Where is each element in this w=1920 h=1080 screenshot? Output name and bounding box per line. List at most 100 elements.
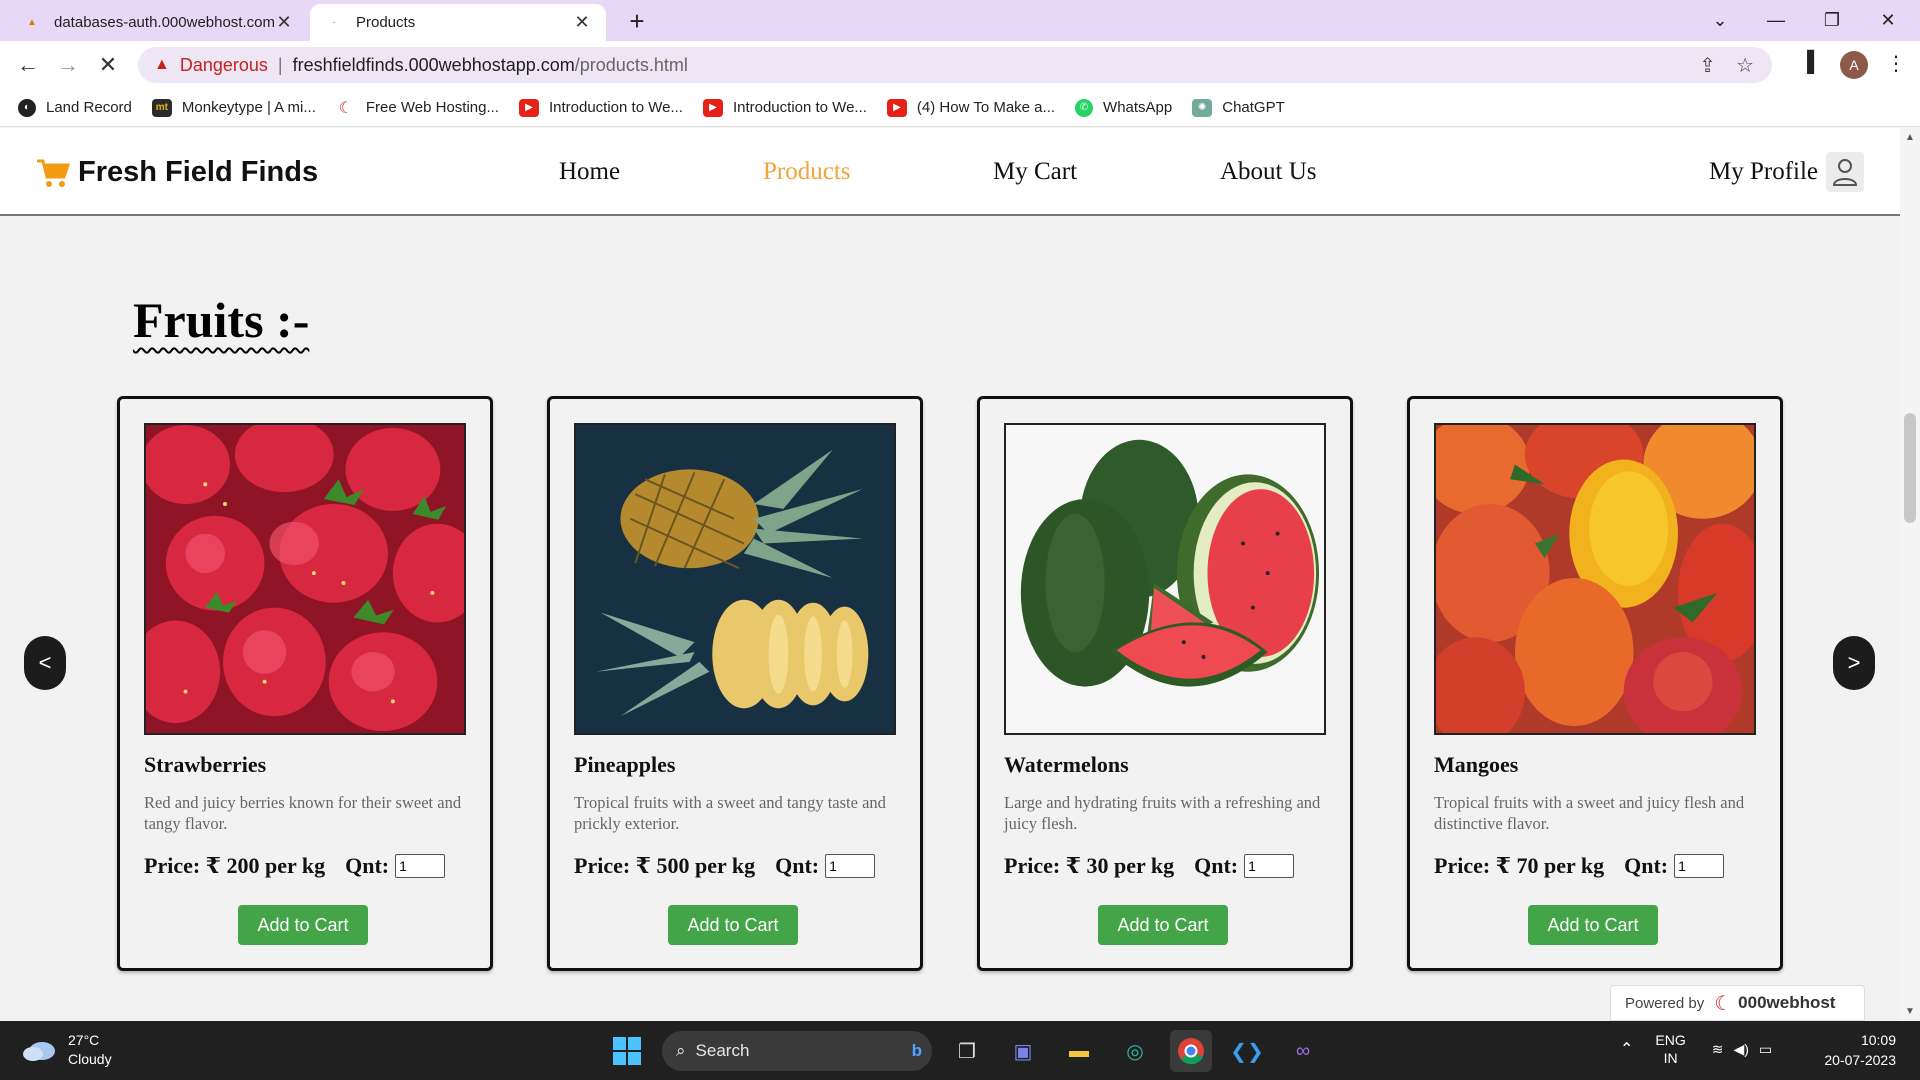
new-tab-button[interactable]: + [622, 6, 652, 37]
pineapples-image [574, 423, 896, 735]
nav-my-profile[interactable]: My Profile [1709, 152, 1865, 192]
teams-chat-icon[interactable]: ▣ [1002, 1030, 1044, 1072]
restore-button[interactable]: ❐ [1804, 4, 1860, 36]
battery-icon[interactable]: ▭ [1759, 1041, 1772, 1058]
youtube-icon: ▶ [702, 98, 723, 117]
carousel-next-button[interactable]: > [1833, 636, 1875, 690]
forward-button[interactable]: → [52, 49, 84, 81]
nav-about-us[interactable]: About Us [1220, 158, 1317, 186]
bookmark-label: ChatGPT [1222, 99, 1285, 116]
bookmark-star-icon[interactable]: ☆ [1736, 53, 1754, 78]
file-explorer-icon[interactable]: ▬ [1058, 1030, 1100, 1072]
address-separator: | [277, 54, 283, 75]
bookmark-label: Introduction to We... [548, 99, 683, 116]
bookmark-chatgpt[interactable]: ✺ ChatGPT [1192, 98, 1285, 117]
youtube-icon: ▶ [518, 98, 539, 117]
bookmark-how-to-make[interactable]: ▶ (4) How To Make a... [886, 98, 1056, 117]
task-view-icon[interactable]: ❐ [946, 1030, 988, 1072]
address-bar[interactable]: ▲ Dangerous | freshfieldfinds.000webhost… [138, 47, 1772, 83]
quantity-input[interactable] [825, 854, 876, 878]
bookmark-label: (4) How To Make a... [916, 99, 1056, 116]
whatsapp-icon: ✆ [1075, 98, 1094, 117]
price-row: Price: ₹ 70 per kg Qnt: [1434, 853, 1725, 879]
security-status[interactable]: Dangerous [180, 55, 268, 76]
cloud-icon [23, 1042, 55, 1061]
product-description: Large and hydrating fruits with a refres… [1004, 793, 1321, 833]
scroll-down-arrow-icon[interactable]: ▼ [1905, 1006, 1915, 1017]
wifi-icon[interactable]: ≋ [1712, 1041, 1724, 1058]
watermelons-image [1004, 423, 1326, 735]
tab-products[interactable]: · Products ✕ [310, 4, 606, 41]
minimize-button[interactable]: — [1748, 4, 1804, 36]
browser-profile-avatar[interactable]: A [1840, 51, 1868, 79]
powered-by-badge[interactable]: Powered by ☾ 000webhost [1610, 985, 1865, 1021]
product-name: Strawberries [144, 752, 267, 777]
add-to-cart-button[interactable]: Add to Cart [1528, 905, 1658, 945]
visual-studio-icon[interactable]: ∞ [1282, 1030, 1324, 1072]
back-button[interactable]: ← [12, 49, 44, 81]
search-label: Search [695, 1041, 750, 1060]
bookmark-whatsapp[interactable]: ✆ WhatsApp [1075, 98, 1172, 117]
bookmark-monkeytype[interactable]: mt Monkeytype | A mi... [151, 98, 316, 117]
product-card-mangoes: Mangoes Tropical fruits with a sweet and… [1407, 396, 1783, 971]
search-icon: ⌕ [676, 1041, 686, 1060]
weather-condition: Cloudy [68, 1051, 112, 1067]
tab-strip: ▲ databases-auth.000webhost.com ✕ · Prod… [0, 0, 1920, 41]
page-viewport: Fresh Field Finds Home Products My Cart … [0, 128, 1900, 1021]
close-tab-icon[interactable]: ✕ [572, 12, 592, 33]
page-scrollbar[interactable]: ▲ ▼ [1900, 128, 1920, 1021]
quantity-input[interactable] [1674, 854, 1725, 878]
price-row: Price: ₹ 30 per kg Qnt: [1004, 853, 1295, 879]
volume-icon[interactable]: ◀) [1733, 1041, 1748, 1058]
tab-databases-auth[interactable]: ▲ databases-auth.000webhost.com ✕ [8, 4, 308, 41]
stop-loading-button[interactable]: ✕ [92, 49, 124, 81]
bookmark-intro-1[interactable]: ▶ Introduction to We... [518, 98, 683, 117]
price-row: Price: ₹ 200 per kg Qnt: [144, 853, 446, 879]
tab-search-icon[interactable]: ⌄ [1692, 4, 1748, 36]
windows-start-icon[interactable] [606, 1030, 648, 1072]
bookmark-intro-2[interactable]: ▶ Introduction to We... [702, 98, 867, 117]
product-description: Red and juicy berries known for their sw… [144, 793, 462, 833]
powered-by-label: Powered by [1625, 994, 1705, 1012]
close-window-button[interactable]: ✕ [1860, 4, 1916, 36]
weather-widget[interactable]: 27°C Cloudy [22, 1031, 112, 1069]
scroll-up-arrow-icon[interactable]: ▲ [1905, 132, 1915, 143]
product-card-pineapples: Pineapples Tropical fruits with a sweet … [547, 396, 923, 971]
scrollbar-thumb[interactable] [1904, 413, 1916, 523]
webhost-logo-icon: ☾ [1714, 992, 1733, 1015]
language-indicator[interactable]: ENG IN [1655, 1031, 1685, 1067]
webhost-icon: ☾ [338, 99, 354, 117]
site-logo[interactable]: Fresh Field Finds [36, 156, 318, 189]
chatgpt-icon: ✺ [1192, 98, 1213, 117]
taskbar-search-box[interactable]: ⌕ Search b [662, 1031, 932, 1071]
show-hidden-icons-icon[interactable]: ⌃ [1620, 1039, 1633, 1059]
bookmark-land-record[interactable]: ◐ Land Record [18, 98, 132, 117]
bookmark-free-web-hosting[interactable]: ☾ Free Web Hosting... [336, 99, 499, 117]
quantity-input[interactable] [1244, 854, 1295, 878]
quantity-label: Qnt: [1194, 853, 1239, 878]
edge-icon[interactable]: ◎ [1114, 1030, 1156, 1072]
nav-home[interactable]: Home [559, 158, 620, 186]
browser-toolbar: ← → ✕ ▲ Dangerous | freshfieldfinds.000w… [0, 41, 1920, 89]
add-to-cart-button[interactable]: Add to Cart [238, 905, 368, 945]
share-icon[interactable]: ⇪ [1699, 53, 1716, 78]
add-to-cart-button[interactable]: Add to Cart [1098, 905, 1228, 945]
loading-icon: · [332, 17, 336, 28]
bookmark-label: Monkeytype | A mi... [181, 99, 316, 116]
system-clock[interactable]: 10:09 20-07-2023 [1816, 1030, 1896, 1070]
shopping-cart-icon [37, 159, 70, 187]
chrome-icon[interactable] [1170, 1030, 1212, 1072]
nav-my-cart[interactable]: My Cart [993, 158, 1077, 186]
section-title: Fruits :- [133, 292, 310, 348]
nav-products[interactable]: Products [763, 158, 851, 186]
clock-date: 20-07-2023 [1824, 1052, 1896, 1068]
side-panel-icon[interactable]: ▐ [1800, 51, 1814, 74]
carousel-prev-button[interactable]: < [24, 636, 66, 690]
menu-icon[interactable]: ⋮ [1886, 51, 1906, 76]
product-card-strawberries: Strawberries Red and juicy berries known… [117, 396, 493, 971]
quantity-input[interactable] [395, 854, 446, 878]
url-path: /products.html [574, 54, 688, 75]
vscode-icon[interactable]: ❮❯ [1226, 1030, 1268, 1072]
close-tab-icon[interactable]: ✕ [274, 12, 294, 33]
add-to-cart-button[interactable]: Add to Cart [668, 905, 798, 945]
